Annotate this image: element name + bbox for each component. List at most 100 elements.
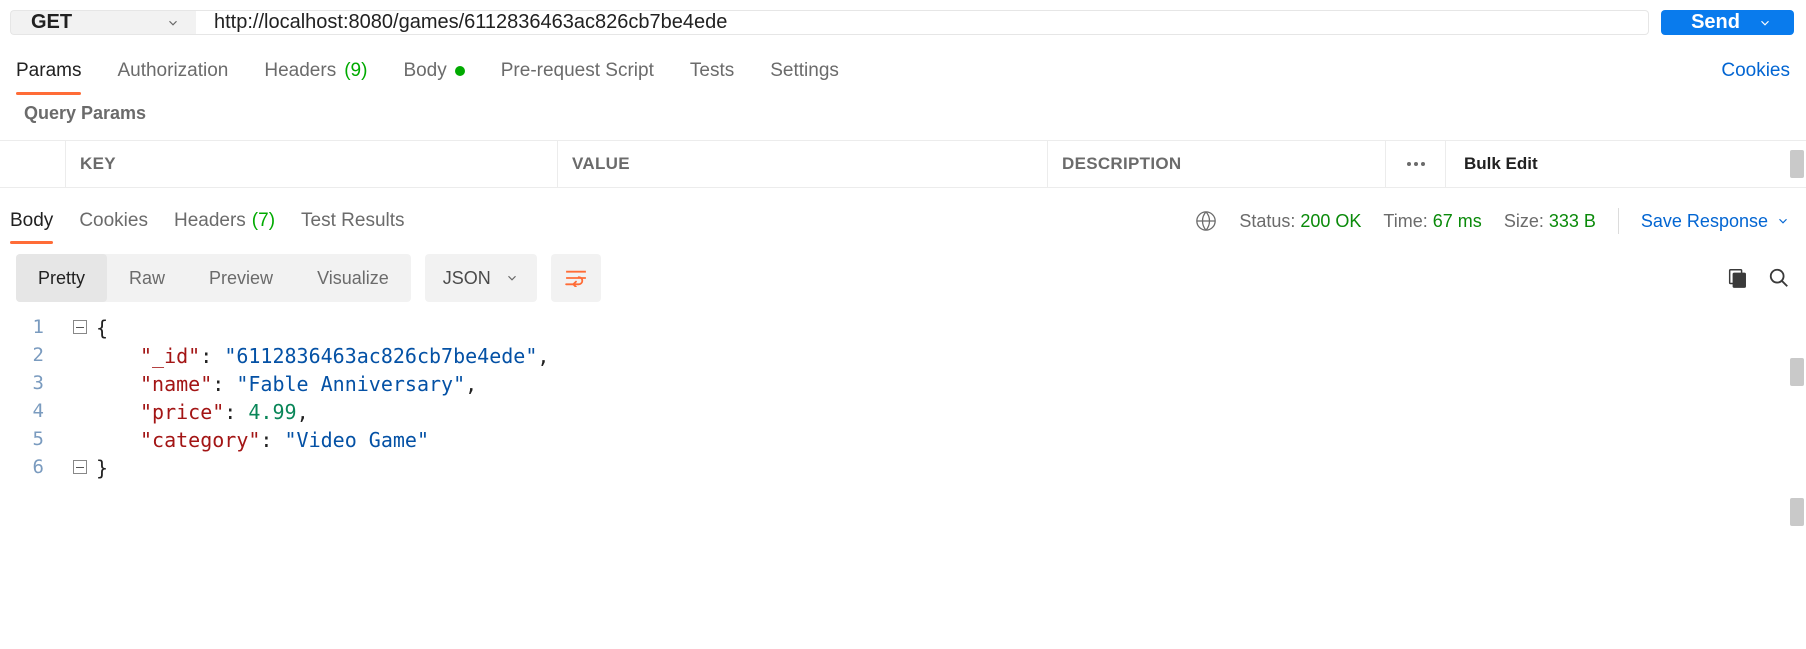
bulk-edit-label: Bulk Edit: [1464, 154, 1538, 174]
view-pretty[interactable]: Pretty: [16, 254, 107, 302]
query-params-title: Query Params: [0, 97, 1806, 140]
tab-label: Body: [403, 60, 446, 82]
body-indicator-dot-icon: [455, 66, 465, 76]
cookies-link[interactable]: Cookies: [1721, 60, 1790, 82]
fold-toggle-icon[interactable]: [73, 460, 87, 474]
time-block[interactable]: Time: 67 ms: [1383, 211, 1481, 232]
tab-label: Tests: [690, 60, 734, 82]
scrollbar-thumb[interactable]: [1790, 498, 1804, 526]
code-line: 4 "price": 4.99,: [0, 400, 1806, 428]
wrap-lines-icon: [565, 269, 587, 287]
params-more-menu[interactable]: [1386, 141, 1446, 187]
size-value: 333 B: [1549, 211, 1596, 231]
seg-label: Raw: [129, 268, 165, 289]
seg-label: Visualize: [317, 268, 389, 289]
chevron-down-icon: [505, 271, 519, 285]
column-key[interactable]: KEY: [66, 141, 558, 187]
request-tabs: Params Authorization Headers (9) Body Pr…: [0, 45, 1806, 97]
resp-tab-test-results[interactable]: Test Results: [301, 200, 404, 242]
tab-settings[interactable]: Settings: [770, 48, 839, 94]
link-label: Cookies: [1721, 60, 1790, 81]
more-horizontal-icon: [1407, 162, 1425, 166]
code-line: 1 {: [0, 316, 1806, 344]
bulk-edit-button[interactable]: Bulk Edit: [1446, 154, 1806, 174]
seg-label: Preview: [209, 268, 273, 289]
view-mode-group: Pretty Raw Preview Visualize: [16, 254, 411, 302]
send-button[interactable]: Send: [1661, 10, 1794, 35]
status-block[interactable]: Status: 200 OK: [1239, 211, 1361, 232]
view-raw[interactable]: Raw: [107, 254, 187, 302]
chevron-down-icon: [166, 16, 180, 30]
request-url-input[interactable]: [196, 10, 1649, 35]
http-method-select[interactable]: GET: [10, 10, 196, 35]
divider: [1618, 208, 1619, 234]
response-body-code[interactable]: 1 { 2 "_id": "6112836463ac826cb7be4ede",…: [0, 312, 1806, 484]
tab-tests[interactable]: Tests: [690, 48, 734, 94]
code-line: 3 "name": "Fable Anniversary",: [0, 372, 1806, 400]
view-visualize[interactable]: Visualize: [295, 254, 411, 302]
format-select[interactable]: JSON: [425, 254, 537, 302]
json-value: "6112836463ac826cb7be4ede": [224, 344, 537, 368]
json-value: "Fable Anniversary": [236, 372, 465, 396]
response-body-toolbar: Pretty Raw Preview Visualize JSON: [0, 244, 1806, 312]
time-label: Time:: [1383, 211, 1427, 231]
params-checkbox-column: [0, 141, 66, 187]
json-key: "name": [140, 372, 212, 396]
tab-label: Body: [10, 210, 53, 232]
tab-label: Headers: [264, 60, 336, 82]
status-label: Status:: [1239, 211, 1295, 231]
wrap-lines-button[interactable]: [551, 254, 601, 302]
size-block[interactable]: Size: 333 B: [1504, 211, 1596, 232]
column-value[interactable]: VALUE: [558, 141, 1048, 187]
resp-tab-cookies[interactable]: Cookies: [79, 200, 148, 242]
resp-tab-headers[interactable]: Headers (7): [174, 200, 275, 242]
line-number: 1: [0, 316, 70, 338]
view-preview[interactable]: Preview: [187, 254, 295, 302]
line-number: 5: [0, 428, 70, 450]
tab-authorization[interactable]: Authorization: [117, 48, 228, 94]
json-value: 4.99: [248, 400, 296, 424]
json-comma: ,: [297, 400, 309, 424]
tab-pre-request-script[interactable]: Pre-request Script: [501, 48, 654, 94]
send-button-label: Send: [1691, 11, 1740, 34]
copy-icon[interactable]: [1726, 267, 1748, 289]
column-description[interactable]: DESCRIPTION: [1048, 141, 1386, 187]
format-label: JSON: [443, 268, 491, 289]
tab-label: Pre-request Script: [501, 60, 654, 82]
size-label: Size:: [1504, 211, 1544, 231]
scrollbar-thumb[interactable]: [1790, 150, 1804, 178]
seg-label: Pretty: [38, 268, 85, 289]
tab-label: Cookies: [79, 210, 148, 232]
json-comma: ,: [465, 372, 477, 396]
code-line: 5 "category": "Video Game": [0, 428, 1806, 456]
tab-headers[interactable]: Headers (9): [264, 48, 367, 94]
json-value: "Video Game": [285, 428, 430, 452]
http-method-label: GET: [31, 11, 72, 34]
json-key: "price": [140, 400, 224, 424]
fold-toggle-icon[interactable]: [73, 320, 87, 334]
resp-tab-body[interactable]: Body: [10, 200, 53, 242]
params-table-header: KEY VALUE DESCRIPTION Bulk Edit: [0, 140, 1806, 188]
json-comma: ,: [537, 344, 549, 368]
tab-count: (9): [344, 60, 367, 82]
globe-icon[interactable]: [1195, 210, 1217, 232]
time-value: 67 ms: [1433, 211, 1482, 231]
chevron-down-icon: [1776, 214, 1790, 228]
body-right-tools: [1726, 267, 1790, 289]
json-key: "category": [140, 428, 260, 452]
status-value: 200 OK: [1300, 211, 1361, 231]
save-response-button[interactable]: Save Response: [1641, 211, 1790, 232]
code-line: 6 }: [0, 456, 1806, 484]
tab-label: Settings: [770, 60, 839, 82]
scrollbar-thumb[interactable]: [1790, 358, 1804, 386]
save-response-label: Save Response: [1641, 211, 1768, 232]
json-key: "_id": [140, 344, 200, 368]
tab-body[interactable]: Body: [403, 48, 464, 94]
response-meta: Status: 200 OK Time: 67 ms Size: 333 B S…: [1195, 208, 1790, 234]
request-bar: GET Send: [0, 0, 1806, 45]
chevron-down-icon[interactable]: [1758, 16, 1772, 30]
tab-params[interactable]: Params: [16, 48, 81, 94]
line-number: 6: [0, 456, 70, 478]
response-tabs: Body Cookies Headers (7) Test Results St…: [0, 188, 1806, 244]
search-icon[interactable]: [1768, 267, 1790, 289]
